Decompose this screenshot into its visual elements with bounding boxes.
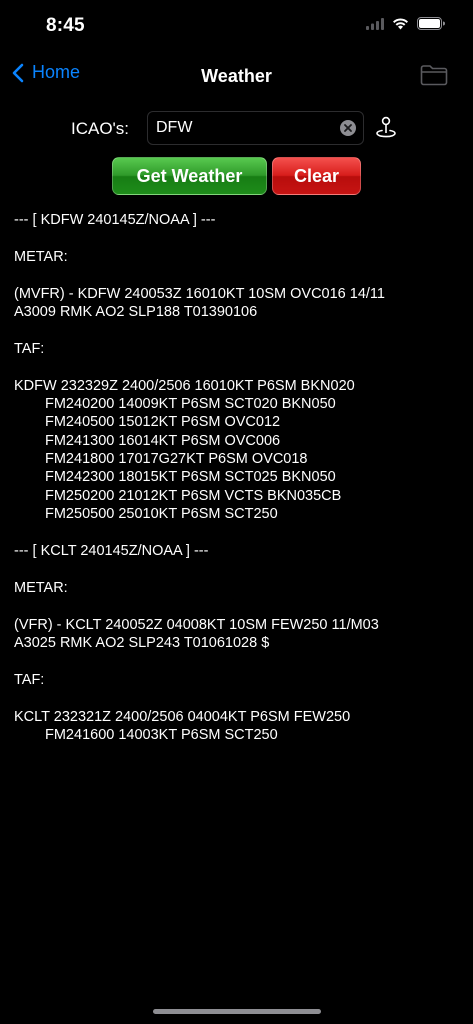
report-line [14,266,464,284]
get-weather-button[interactable]: Get Weather [112,157,267,195]
status-time: 8:45 [46,15,85,36]
report-line: A3025 RMK AO2 SLP243 T01061028 $ [14,634,270,651]
report-line: TAF: [14,340,45,357]
report-line: FM241600 14003KT P6SM SCT250 [45,726,278,743]
report-line [14,560,464,578]
report-line: FM241300 16014KT P6SM OVC006 [45,432,281,449]
location-button[interactable] [376,116,396,145]
report-line [14,597,464,615]
folder-button[interactable] [420,64,448,91]
report-line: --- [ KCLT 240145Z/NOAA ] --- [14,543,209,560]
report-line [14,229,464,247]
icao-input[interactable] [156,112,336,144]
icao-label: ICAO's: [71,119,130,138]
report-line [14,321,464,339]
report-line [14,689,464,707]
clear-button[interactable]: Clear [272,157,361,195]
report-line: --- [ KDFW 240145Z/NOAA ] --- [14,212,216,228]
weather-report: --- [ KDFW 240145Z/NOAA ] --- METAR: (MV… [14,211,464,744]
status-icons [366,17,445,35]
action-button-row: Get Weather Clear [0,157,473,197]
folder-icon [420,65,448,90]
location-pin-icon [376,116,396,144]
report-line: (MVFR) - KDFW 240053Z 16010KT 10SM OVC01… [14,285,385,302]
report-line: (VFR) - KCLT 240052Z 04008KT 10SM FEW250… [14,616,379,633]
report-line: FM241800 17017G27KT P6SM OVC018 [45,451,308,468]
report-line: FM250200 21012KT P6SM VCTS BKN035CB [45,487,342,504]
report-line: A3009 RMK AO2 SLP188 T01390106 [14,303,258,320]
battery-icon [417,17,445,35]
report-line [14,358,464,376]
icao-field-container [147,111,364,145]
report-line: FM240200 14009KT P6SM SCT020 BKN050 [45,395,336,412]
report-line [14,652,464,670]
navigation-bar: Home Weather [0,56,473,98]
report-line: TAF: [14,671,45,688]
page-title: Weather [201,66,272,86]
report-line: KDFW 232329Z 2400/2506 16010KT P6SM BKN0… [14,377,355,394]
report-line: FM240500 15012KT P6SM OVC012 [45,414,281,431]
report-line: KCLT 232321Z 2400/2506 04004KT P6SM FEW2… [14,708,351,725]
icao-input-row: ICAO's: [0,111,473,147]
report-line: METAR: [14,579,68,596]
report-line: FM242300 18015KT P6SM SCT025 BKN050 [45,469,336,486]
wifi-icon [392,17,409,35]
status-bar: 8:45 [0,0,473,54]
clear-text-icon[interactable] [340,120,356,136]
report-line [14,524,464,542]
report-line: FM250500 25010KT P6SM SCT250 [45,506,278,523]
cellular-signal-icon [366,17,384,35]
report-line: METAR: [14,248,68,265]
home-indicator[interactable] [153,1009,321,1014]
